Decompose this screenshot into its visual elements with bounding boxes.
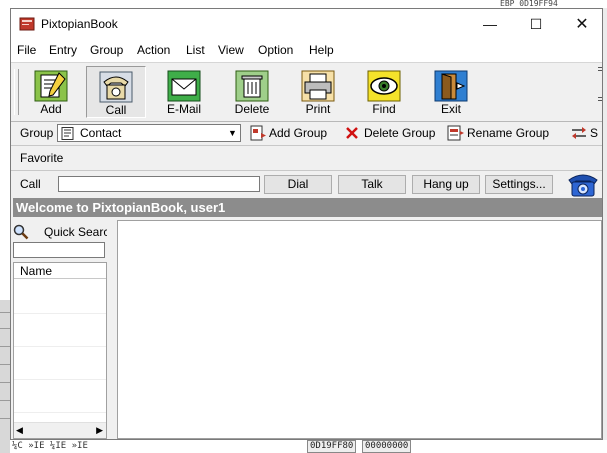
column-name-label: Name [20, 264, 53, 278]
talk-button[interactable]: Talk [338, 175, 406, 194]
call-number-input[interactable] [58, 176, 260, 192]
add-group-icon [250, 125, 266, 141]
pane-splitter[interactable] [107, 220, 117, 439]
group-select[interactable]: Contact ▼ [57, 124, 241, 142]
favorite-label: Favorite [20, 151, 64, 165]
minimize-button[interactable]: — [467, 9, 513, 40]
delete-button[interactable]: Delete [222, 66, 282, 118]
list-row-divider [14, 412, 106, 413]
print-button[interactable]: Print [288, 66, 348, 118]
delete-group-button[interactable]: Delete Group [344, 125, 440, 143]
settings-button[interactable]: Settings... [485, 175, 553, 194]
print-label: Print [305, 102, 331, 116]
menu-option[interactable]: Option [258, 43, 293, 57]
background-strip [603, 8, 607, 440]
phone-dialer-icon[interactable] [567, 171, 599, 197]
window-title: PixtopianBook [41, 17, 118, 31]
delete-icon [235, 70, 269, 102]
group-bar: Group Contact ▼ Add Group Delete Group R… [11, 121, 602, 146]
call-label: Call [105, 103, 127, 117]
exit-label: Exit [440, 102, 461, 116]
toolbar-chevron[interactable] [598, 67, 602, 117]
find-button[interactable]: Find [354, 66, 414, 118]
menu-bar: File Entry Group Action List View Option… [11, 40, 602, 62]
add-group-label: Add Group [269, 126, 328, 140]
scroll-right-icon[interactable]: ▶ [96, 423, 103, 438]
hang-up-button[interactable]: Hang up [412, 175, 480, 194]
main-window: PixtopianBook — ☐ ✕ File Entry Group Act… [10, 8, 603, 440]
quick-search-pane: Quick Search Name ◀ ▶ [13, 220, 116, 439]
background-register-text: EBP 0D19FF94 [500, 0, 558, 8]
horizontal-scrollbar[interactable]: ◀ ▶ [14, 422, 106, 438]
close-button[interactable]: ✕ [559, 9, 602, 40]
delete-group-label: Delete Group [364, 126, 436, 140]
toolbar: Add Call E-Mail Delete Print Find Exit [11, 62, 602, 122]
delete-label: Delete [234, 102, 270, 116]
title-bar[interactable]: PixtopianBook — ☐ ✕ [11, 9, 602, 40]
favorite-bar: Favorite [11, 146, 602, 171]
list-row-divider [14, 346, 106, 347]
delete-x-icon [346, 127, 358, 139]
chevron-down-icon[interactable]: ▼ [225, 125, 240, 141]
add-group-button[interactable]: Add Group [249, 125, 339, 143]
sort-arrows-icon [572, 127, 586, 139]
group-select-value: Contact [80, 126, 122, 140]
telephone-icon [99, 71, 133, 103]
exit-door-icon [434, 70, 468, 102]
contact-list[interactable]: Name ◀ ▶ [13, 262, 107, 439]
maximize-button[interactable]: ☐ [513, 9, 559, 40]
find-label: Find [372, 102, 396, 116]
add-label: Add [40, 102, 62, 116]
email-button[interactable]: E-Mail [154, 66, 214, 118]
dial-button[interactable]: Dial [264, 175, 332, 194]
sort-group-button[interactable]: S [570, 125, 602, 143]
find-eye-icon [367, 70, 401, 102]
magnifier-icon [13, 224, 29, 240]
add-contact-icon [34, 70, 68, 102]
rename-group-label: Rename Group [467, 126, 550, 140]
app-book-icon [19, 17, 35, 31]
toolbar-grip[interactable] [14, 69, 19, 115]
menu-group[interactable]: Group [90, 43, 123, 57]
background-cell: 0D19FF80 [307, 440, 357, 453]
document-icon [61, 127, 74, 140]
list-header-name[interactable]: Name [14, 263, 106, 279]
call-button[interactable]: Call [86, 66, 146, 118]
email-icon [167, 70, 201, 102]
scroll-left-icon[interactable]: ◀ [16, 423, 23, 438]
list-row-divider [14, 313, 106, 314]
contact-detail-pane[interactable] [117, 220, 602, 439]
call-field-label: Call [20, 177, 41, 191]
menu-view[interactable]: View [218, 43, 244, 57]
call-bar: Call Dial Talk Hang up Settings... [11, 171, 602, 197]
quick-search-input[interactable] [13, 242, 105, 258]
menu-help[interactable]: Help [309, 43, 334, 57]
background-left-strip [0, 300, 10, 453]
rename-group-button[interactable]: Rename Group [447, 125, 559, 143]
menu-list[interactable]: List [186, 43, 205, 57]
background-bottom-text: ¼C »IE ¼IE »IE [12, 441, 88, 451]
menu-entry[interactable]: Entry [49, 43, 77, 57]
menu-action[interactable]: Action [137, 43, 170, 57]
list-row-divider [14, 379, 106, 380]
add-button[interactable]: Add [21, 66, 81, 118]
background-cell: 00000000 [362, 440, 412, 453]
quick-search-label: Quick Search [44, 225, 117, 239]
email-label: E-Mail [166, 102, 201, 116]
welcome-banner: Welcome to PixtopianBook, user1 [13, 198, 602, 217]
group-label: Group [20, 126, 54, 140]
rename-group-icon [447, 125, 464, 141]
sort-group-label: S [590, 126, 599, 140]
printer-icon [301, 70, 335, 102]
exit-button[interactable]: Exit [421, 66, 481, 118]
menu-file[interactable]: File [17, 43, 36, 57]
